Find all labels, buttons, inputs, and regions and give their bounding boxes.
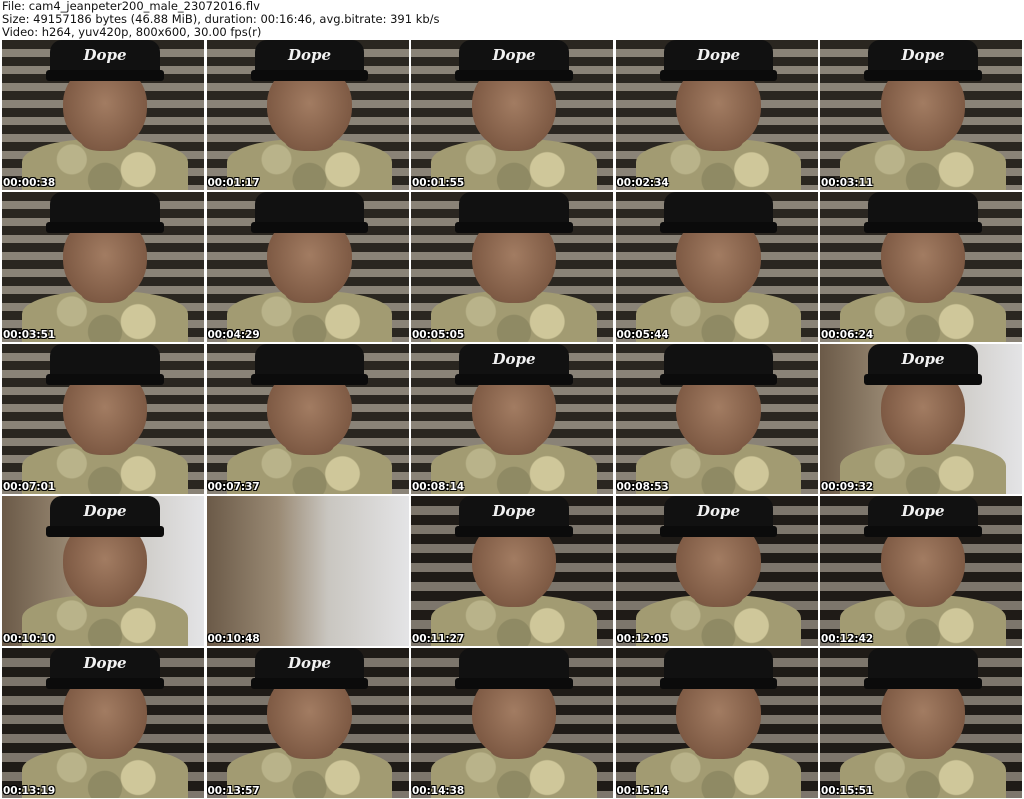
cap-text: Dope <box>901 350 945 369</box>
thumbnail: Dope 00:03:11 <box>820 40 1022 190</box>
thumbnail: 00:14:38 <box>411 648 613 798</box>
thumbnail: Dope 00:02:34 <box>615 40 818 190</box>
cap-brim <box>455 526 573 537</box>
thumbnail: 00:06:24 <box>820 192 1022 342</box>
cap-brim <box>46 678 164 689</box>
timestamp: 00:13:19 <box>3 785 56 797</box>
cap-brim <box>455 678 573 689</box>
cap-text: Dope <box>83 654 127 673</box>
timestamp: 00:15:14 <box>616 785 669 797</box>
timestamp: 00:02:34 <box>616 177 669 189</box>
timestamp: 00:08:53 <box>616 481 669 493</box>
cap-brim <box>46 222 164 233</box>
timestamp: 00:09:32 <box>821 481 874 493</box>
thumbnail: Dope 00:13:57 <box>206 648 409 798</box>
timestamp: 00:13:57 <box>207 785 260 797</box>
timestamp: 00:11:27 <box>412 633 465 645</box>
thumbnail: Dope 00:09:32 <box>820 344 1022 494</box>
thumbnail: Dope 00:12:05 <box>615 496 818 646</box>
thumbnail: 00:03:51 <box>2 192 204 342</box>
cap-brim <box>864 222 982 233</box>
cap-text: Dope <box>492 350 536 369</box>
timestamp: 00:15:51 <box>821 785 874 797</box>
timestamp: 00:01:17 <box>207 177 260 189</box>
thumbnail: Dope 00:12:42 <box>820 496 1022 646</box>
cap-brim <box>659 526 778 537</box>
timestamp: 00:03:51 <box>3 329 56 341</box>
thumbnail: Dope 00:01:55 <box>411 40 613 190</box>
timestamp: 00:07:01 <box>3 481 56 493</box>
timestamp: 00:00:38 <box>3 177 56 189</box>
cap-text: Dope <box>901 46 945 65</box>
timestamp: 00:10:48 <box>207 633 260 645</box>
thumbnail: Dope 00:13:19 <box>2 648 204 798</box>
cap-brim <box>659 222 778 233</box>
cap-text: Dope <box>287 654 332 673</box>
thumbnail: 00:04:29 <box>206 192 409 342</box>
timestamp: 00:14:38 <box>412 785 465 797</box>
cap-text: Dope <box>696 502 741 521</box>
thumbnail: 00:15:14 <box>615 648 818 798</box>
cap-text: Dope <box>901 502 945 521</box>
cap-brim <box>46 70 164 81</box>
cap-brim <box>864 70 982 81</box>
cap-brim <box>250 70 369 81</box>
cap-brim <box>659 70 778 81</box>
cap-text: Dope <box>287 46 332 65</box>
thumbnail: 00:07:37 <box>206 344 409 494</box>
thumbnail: Dope 00:10:10 <box>2 496 204 646</box>
cap-brim <box>455 222 573 233</box>
cap-text: Dope <box>83 46 127 65</box>
cap-brim <box>250 678 369 689</box>
cap-brim <box>46 374 164 385</box>
cap-text: Dope <box>492 46 536 65</box>
timestamp: 00:05:44 <box>616 329 669 341</box>
cap-brim <box>864 526 982 537</box>
cap-brim <box>250 374 369 385</box>
cap-text: Dope <box>696 46 741 65</box>
thumbnail: Dope 00:08:14 <box>411 344 613 494</box>
file-info-header: File: cam4_jeanpeter200_male_23072016.fl… <box>2 0 1020 39</box>
timestamp: 00:08:14 <box>412 481 465 493</box>
thumbnail: 00:15:51 <box>820 648 1022 798</box>
cap-brim <box>455 374 573 385</box>
timestamp: 00:06:24 <box>821 329 874 341</box>
cap-brim <box>659 678 778 689</box>
cap-brim <box>455 70 573 81</box>
timestamp: 00:10:10 <box>3 633 56 645</box>
cap-brim <box>250 222 369 233</box>
timestamp: 00:01:55 <box>412 177 465 189</box>
timestamp: 00:12:05 <box>616 633 669 645</box>
thumbnail: Dope 00:11:27 <box>411 496 613 646</box>
cap-text: Dope <box>492 502 536 521</box>
video-info-line: Video: h264, yuv420p, 800x600, 30.00 fps… <box>2 25 262 39</box>
cap-text: Dope <box>83 502 127 521</box>
cap-brim <box>864 678 982 689</box>
thumbnail-grid: Dope 00:00:38 Dope 00:01:17 Dope 00:01:5… <box>2 40 1022 798</box>
thumbnail: 00:07:01 <box>2 344 204 494</box>
cap-brim <box>46 526 164 537</box>
thumbnail: 00:10:48 <box>206 496 409 646</box>
cap-brim <box>659 374 778 385</box>
thumbnail: Dope 00:00:38 <box>2 40 204 190</box>
timestamp: 00:12:42 <box>821 633 874 645</box>
timestamp: 00:05:05 <box>412 329 465 341</box>
cap-brim <box>864 374 982 385</box>
thumbnail: Dope 00:01:17 <box>206 40 409 190</box>
thumbnail: 00:05:05 <box>411 192 613 342</box>
timestamp: 00:03:11 <box>821 177 874 189</box>
thumbnail: 00:05:44 <box>615 192 818 342</box>
timestamp: 00:04:29 <box>207 329 260 341</box>
thumbnail: 00:08:53 <box>615 344 818 494</box>
timestamp: 00:07:37 <box>207 481 260 493</box>
